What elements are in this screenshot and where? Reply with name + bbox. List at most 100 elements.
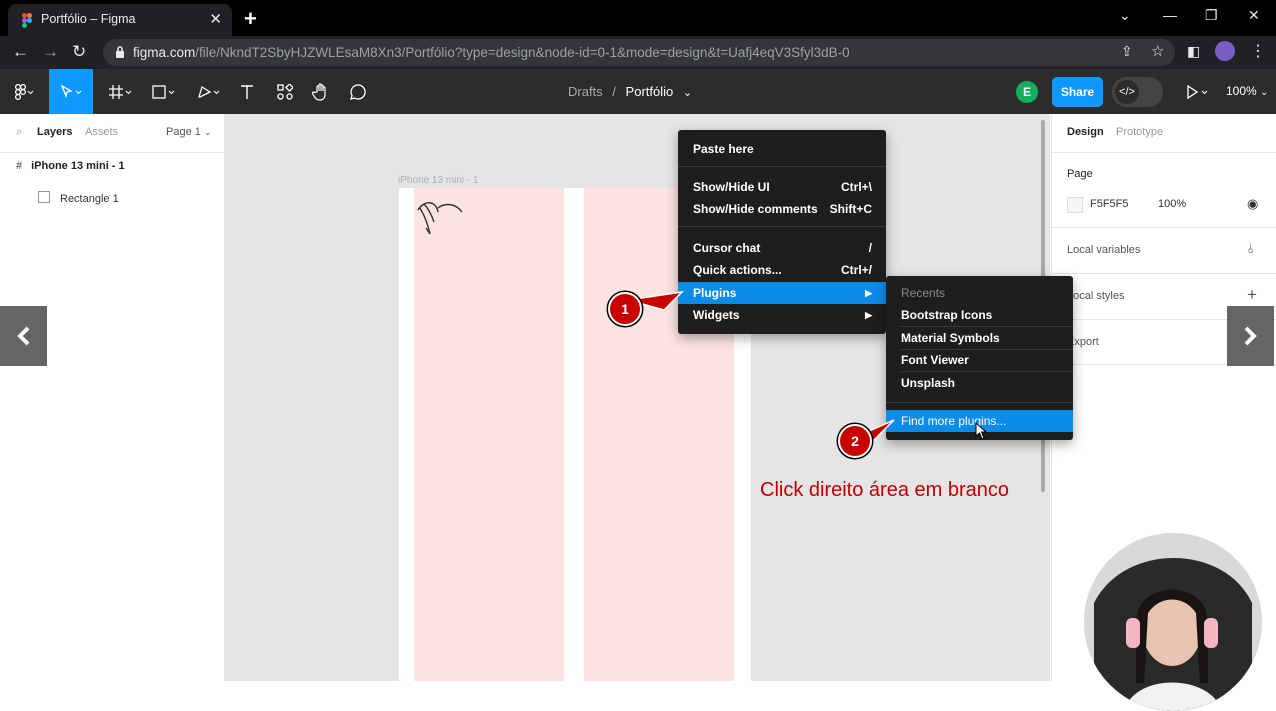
- shape-tool-button[interactable]: [144, 69, 184, 114]
- menu-item-cursor-chat[interactable]: Cursor chat /: [678, 237, 886, 259]
- page-chevron-icon: ⌄: [203, 127, 212, 137]
- menu-item-show-hide-comments[interactable]: Show/Hide comments Shift+C: [678, 198, 886, 220]
- tab-design[interactable]: Design: [1067, 126, 1104, 138]
- plugin-item-bootstrap-icons[interactable]: Bootstrap Icons: [886, 304, 1073, 326]
- pen-tool-button[interactable]: [189, 69, 229, 114]
- step-badge-1: 1: [608, 292, 642, 326]
- menu-item-label: Paste here: [693, 142, 754, 156]
- layer-row-rectangle[interactable]: Rectangle 1: [38, 191, 119, 205]
- menu-item-widgets[interactable]: Widgets ▶: [678, 304, 886, 326]
- main-menu-button[interactable]: [4, 69, 44, 114]
- move-tool-button[interactable]: [49, 69, 93, 114]
- tab-layers[interactable]: Layers: [37, 126, 72, 138]
- eye-icon[interactable]: ◉: [1247, 196, 1258, 212]
- components-icon: [277, 83, 293, 100]
- page-opacity[interactable]: 100%: [1158, 198, 1186, 210]
- reload-icon[interactable]: ↻: [72, 42, 86, 62]
- local-styles-label: Local styles: [1067, 290, 1125, 302]
- text-tool-button[interactable]: [232, 69, 262, 114]
- pen-icon: [198, 85, 220, 98]
- annotation-caption: Click direito área em branco: [760, 479, 1009, 501]
- url-domain: figma.com: [133, 45, 196, 60]
- menu-item-shortcut: Ctrl+\: [840, 180, 872, 194]
- back-icon[interactable]: ←: [12, 42, 29, 62]
- tab-assets[interactable]: Assets: [85, 126, 118, 138]
- find-more-plugins-label: Find more plugins...: [901, 414, 1007, 428]
- menu-item-label: Cursor chat: [693, 241, 761, 255]
- present-button[interactable]: [1180, 69, 1216, 114]
- chevron-down-icon[interactable]: ⌄: [683, 87, 692, 99]
- comment-tool-button[interactable]: [343, 69, 373, 114]
- menu-item-quick-actions[interactable]: Quick actions... Ctrl+/: [678, 259, 886, 281]
- tab-prototype[interactable]: Prototype: [1116, 126, 1163, 138]
- local-variables-label[interactable]: Local variables: [1067, 244, 1140, 256]
- window-close-icon[interactable]: ✕: [1248, 7, 1260, 24]
- slideshow-next-button[interactable]: [1227, 306, 1274, 366]
- breadcrumb-drafts[interactable]: Drafts: [568, 84, 603, 99]
- menu-item-paste-here[interactable]: Paste here: [678, 138, 886, 160]
- bookmark-star-icon[interactable]: ☆: [1151, 42, 1164, 60]
- plugins-submenu: Recents Bootstrap Icons Material Symbols…: [886, 276, 1073, 440]
- breadcrumb: Drafts / Portfólio ⌄: [568, 84, 692, 99]
- sliders-icon[interactable]: ⫰: [1248, 241, 1254, 257]
- plugin-item-font-viewer[interactable]: Font Viewer: [886, 349, 1073, 371]
- section-divider: [1052, 152, 1276, 153]
- page-selector[interactable]: Page 1 ⌄: [166, 126, 211, 138]
- frame-tool-button[interactable]: [101, 69, 141, 114]
- menu-item-show-hide-ui[interactable]: Show/Hide UI Ctrl+\: [678, 176, 886, 198]
- text-t-icon: [241, 84, 253, 99]
- plugin-item-material-symbols[interactable]: Material Symbols: [886, 327, 1073, 349]
- menu-item-shortcut: /: [868, 241, 872, 255]
- breadcrumb-separator: /: [612, 84, 616, 99]
- cursor-arrow-icon: [60, 84, 82, 98]
- menu-item-plugins[interactable]: Plugins ▶: [678, 282, 886, 304]
- presenter-video: [1084, 533, 1262, 711]
- browser-tab-bar: Portfólio – Figma ✕ + ⌄ — ❐ ✕: [0, 0, 1276, 36]
- layer-name: iPhone 13 mini - 1: [31, 160, 125, 172]
- section-divider: [1052, 227, 1276, 228]
- pink-column-left[interactable]: [414, 188, 564, 681]
- add-style-icon[interactable]: +: [1247, 285, 1257, 305]
- page-color-swatch[interactable]: [1067, 197, 1083, 213]
- user-avatar[interactable]: E: [1016, 81, 1038, 103]
- tab-search-chevron-icon[interactable]: ⌄: [1119, 7, 1131, 24]
- dev-mode-toggle[interactable]: </>: [1112, 77, 1163, 107]
- layer-row-frame[interactable]: # iPhone 13 mini - 1: [16, 160, 125, 172]
- zoom-chevron-icon: ⌄: [1260, 87, 1269, 98]
- zoom-value: 100%: [1226, 84, 1257, 98]
- page-selector-label: Page 1: [166, 126, 201, 138]
- hand-tool-button[interactable]: [306, 69, 336, 114]
- menu-separator: [886, 402, 1073, 403]
- profile-avatar[interactable]: [1215, 41, 1235, 61]
- step-badge-2: 2: [838, 424, 872, 458]
- panel-divider: [0, 152, 224, 153]
- zoom-level[interactable]: 100% ⌄: [1226, 84, 1268, 98]
- rectangle-icon: [152, 84, 175, 99]
- code-brackets-icon: </>: [1115, 80, 1139, 104]
- layers-panel: ⌕ Layers Assets Page 1 ⌄ # iPhone 13 mini…: [0, 114, 225, 681]
- share-button[interactable]: Share: [1052, 77, 1103, 107]
- new-tab-icon[interactable]: +: [244, 6, 257, 32]
- submenu-arrow-icon: ▶: [865, 310, 872, 320]
- frame-label[interactable]: iPhone 13 mini - 1: [398, 175, 479, 186]
- minimize-icon[interactable]: —: [1163, 7, 1177, 23]
- side-panel-icon[interactable]: ◧: [1187, 43, 1200, 60]
- restore-icon[interactable]: ❐: [1205, 7, 1218, 24]
- slideshow-prev-button[interactable]: [0, 306, 47, 366]
- submenu-arrow-icon: ▶: [865, 288, 872, 298]
- page-color-hex[interactable]: F5F5F5: [1090, 198, 1129, 210]
- url-path: /file/NkndT2SbyHJZWLEsaM8Xn3/Portfólio?t…: [195, 45, 850, 60]
- browser-menu-icon[interactable]: ⋮: [1250, 41, 1266, 61]
- tab-close-icon[interactable]: ✕: [209, 10, 222, 28]
- file-name[interactable]: Portfólio: [626, 84, 674, 99]
- url-field[interactable]: figma.com/file/NkndT2SbyHJZWLEsaM8Xn3/Po…: [103, 39, 1175, 66]
- browser-tab[interactable]: Portfólio – Figma ✕: [8, 4, 232, 36]
- share-page-icon[interactable]: ⇪: [1121, 43, 1133, 60]
- plugin-item-unsplash[interactable]: Unsplash: [886, 372, 1073, 394]
- search-icon[interactable]: ⌕: [16, 126, 22, 139]
- frame-hash-icon: #: [16, 160, 23, 172]
- resources-button[interactable]: [270, 69, 300, 114]
- submenu-header-recents: Recents: [886, 282, 1073, 304]
- forward-icon[interactable]: →: [42, 42, 59, 62]
- page-section-title: Page: [1067, 168, 1093, 180]
